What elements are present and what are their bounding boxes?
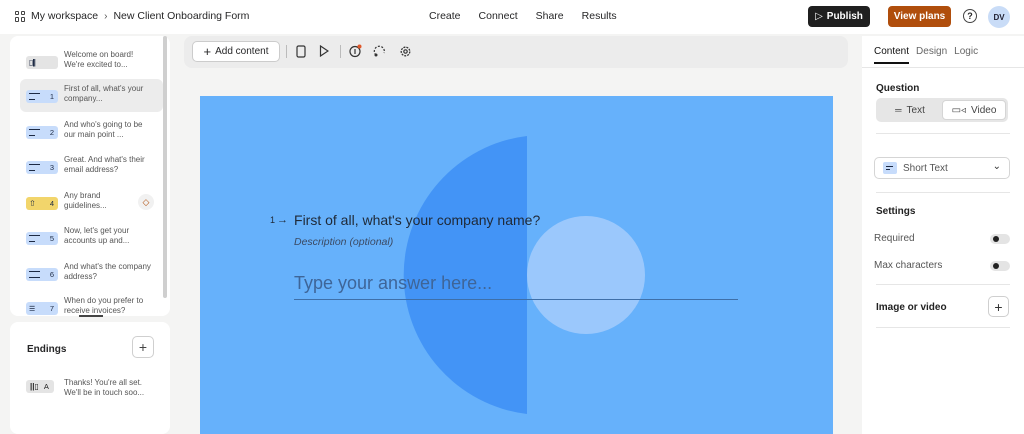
add-ending-button[interactable]: + (132, 336, 154, 358)
short-text-icon: 5 (26, 232, 58, 245)
list-item-text: And what's the company address? (64, 262, 151, 281)
video-camera-icon: ▭◃ (951, 104, 967, 116)
tab-logic[interactable]: Logic (954, 46, 978, 64)
logic-icon[interactable] (373, 44, 387, 58)
list-item-text: Welcome on board! We're excited to... (64, 50, 134, 69)
help-icon[interactable]: ? (963, 9, 977, 23)
list-item-question-7[interactable]: ☰ 7 When do you prefer to receive invoice… (20, 291, 163, 316)
mobile-preview-icon[interactable] (294, 44, 308, 58)
canvas-decoration (403, 136, 645, 414)
top-bar: My workspace › New Client Onboarding For… (0, 0, 1024, 34)
form-canvas (200, 96, 833, 434)
nav-create[interactable]: Create (429, 10, 461, 22)
settings-gear-icon[interactable] (398, 44, 412, 58)
breadcrumb-form-title[interactable]: New Client Onboarding Form (113, 10, 249, 22)
toolbar-divider (286, 45, 287, 58)
list-item-question-3[interactable]: 3 Great. And what's their email address? (20, 150, 163, 183)
question-list-panel: ▯|| Welcome on board! We're excited to..… (10, 36, 170, 316)
main-nav: Create Connect Share Results (429, 10, 617, 22)
hints-icon[interactable] (348, 44, 362, 58)
list-item-text: Now, let's get your accounts up and... (64, 226, 130, 245)
max-characters-label: Max characters (874, 260, 943, 271)
view-plans-button[interactable]: View plans (888, 6, 951, 27)
required-toggle[interactable] (990, 234, 1010, 244)
question-title[interactable]: First of all, what's your company name? (294, 212, 540, 228)
address-icon: 6 (26, 268, 58, 281)
list-item-text: Great. And what's their email address? (64, 155, 145, 174)
section-divider (876, 284, 1010, 285)
question-type-value: Short Text (903, 162, 948, 174)
play-icon: ▷ (815, 11, 823, 22)
publish-label: Publish (826, 11, 863, 22)
breadcrumb-workspace[interactable]: My workspace (31, 10, 98, 22)
list-item-text: When do you prefer to receive invoices? (64, 296, 144, 315)
avatar[interactable]: DV (988, 6, 1010, 28)
ending-icon: ||▯ A (26, 380, 54, 393)
max-characters-toggle[interactable] (990, 261, 1010, 271)
nav-results[interactable]: Results (582, 10, 617, 22)
required-label: Required (874, 233, 915, 244)
add-image-video-button[interactable]: + (988, 296, 1009, 317)
short-text-icon (883, 162, 897, 174)
question-section-label: Question (876, 83, 920, 94)
list-item-text: Any brand guidelines... (64, 191, 107, 210)
nav-share[interactable]: Share (536, 10, 564, 22)
list-item-question-2[interactable]: 2 And who's going to be our main point .… (20, 115, 163, 148)
welcome-icon: ▯|| (26, 56, 58, 69)
property-tabs: Content Design Logic (874, 46, 978, 64)
section-divider (876, 133, 1010, 134)
editor-toolbar: + Add content (184, 36, 848, 68)
video-option[interactable]: ▭◃ Video (942, 100, 1006, 120)
endings-title: Endings (27, 344, 67, 355)
tab-divider (862, 67, 1024, 68)
panel-resize-handle[interactable] (79, 315, 103, 317)
properties-panel: Content Design Logic Question ═ Text ▭◃ … (862, 36, 1024, 434)
section-divider (876, 327, 1010, 328)
multiple-choice-icon: ☰ 7 (26, 302, 58, 315)
toolbar-divider (340, 45, 341, 58)
workspace-grid-icon[interactable] (15, 10, 26, 22)
arrow-right-icon: → (277, 214, 289, 226)
publish-button[interactable]: ▷ Publish (808, 6, 870, 27)
answer-input[interactable]: Type your answer here... (294, 273, 738, 300)
ending-text: Thanks! You're all set. We'll be in touc… (64, 378, 145, 397)
list-item-question-1[interactable]: 1 First of all, what's your company... (20, 79, 163, 112)
list-item-text: First of all, what's your company... (64, 84, 144, 103)
breadcrumb: My workspace › New Client Onboarding For… (15, 10, 249, 22)
file-upload-icon: ⇧ 4 (26, 197, 58, 210)
question-number: 1 (270, 215, 276, 225)
brand-kit-icon[interactable]: ◇ (138, 194, 154, 210)
tab-design[interactable]: Design (916, 46, 947, 64)
section-divider (876, 192, 1010, 193)
short-text-icon: 3 (26, 161, 58, 174)
list-item-question-6[interactable]: 6 And what's the company address? (20, 257, 163, 290)
preview-play-icon[interactable] (317, 44, 331, 58)
image-video-label: Image or video (876, 302, 947, 313)
nav-connect[interactable]: Connect (479, 10, 518, 22)
list-item-question-4[interactable]: ⇧ 4 Any brand guidelines... ◇ (20, 186, 163, 219)
list-item-welcome[interactable]: ▯|| Welcome on board! We're excited to..… (20, 45, 163, 78)
settings-section-label: Settings (876, 206, 916, 217)
list-item-question-5[interactable]: 5 Now, let's get your accounts up and... (20, 221, 163, 254)
plus-icon: + (203, 44, 212, 59)
question-description[interactable]: Description (optional) (294, 236, 393, 248)
short-text-icon: 2 (26, 126, 58, 139)
add-content-button[interactable]: + Add content (192, 41, 280, 62)
short-text-icon: ═ (895, 105, 902, 115)
question-heading[interactable]: 1 → First of all, what's your company na… (270, 212, 540, 228)
list-item-text: And who's going to be our main point ... (64, 120, 143, 139)
short-text-icon: 1 (26, 90, 58, 103)
text-option[interactable]: ═ Text (878, 100, 942, 120)
add-content-label: Add content (215, 46, 269, 57)
endings-panel: Endings + ||▯ A Thanks! You're all set. W… (10, 322, 170, 434)
chevron-down-icon: ⌄ (992, 161, 1001, 172)
tab-content[interactable]: Content (874, 46, 910, 64)
question-format-toggle: ═ Text ▭◃ Video (876, 98, 1008, 122)
chevron-right-icon: › (104, 10, 108, 22)
question-type-select[interactable]: Short Text ⌄ (874, 157, 1010, 179)
question-list-scrollbar[interactable] (163, 36, 167, 298)
